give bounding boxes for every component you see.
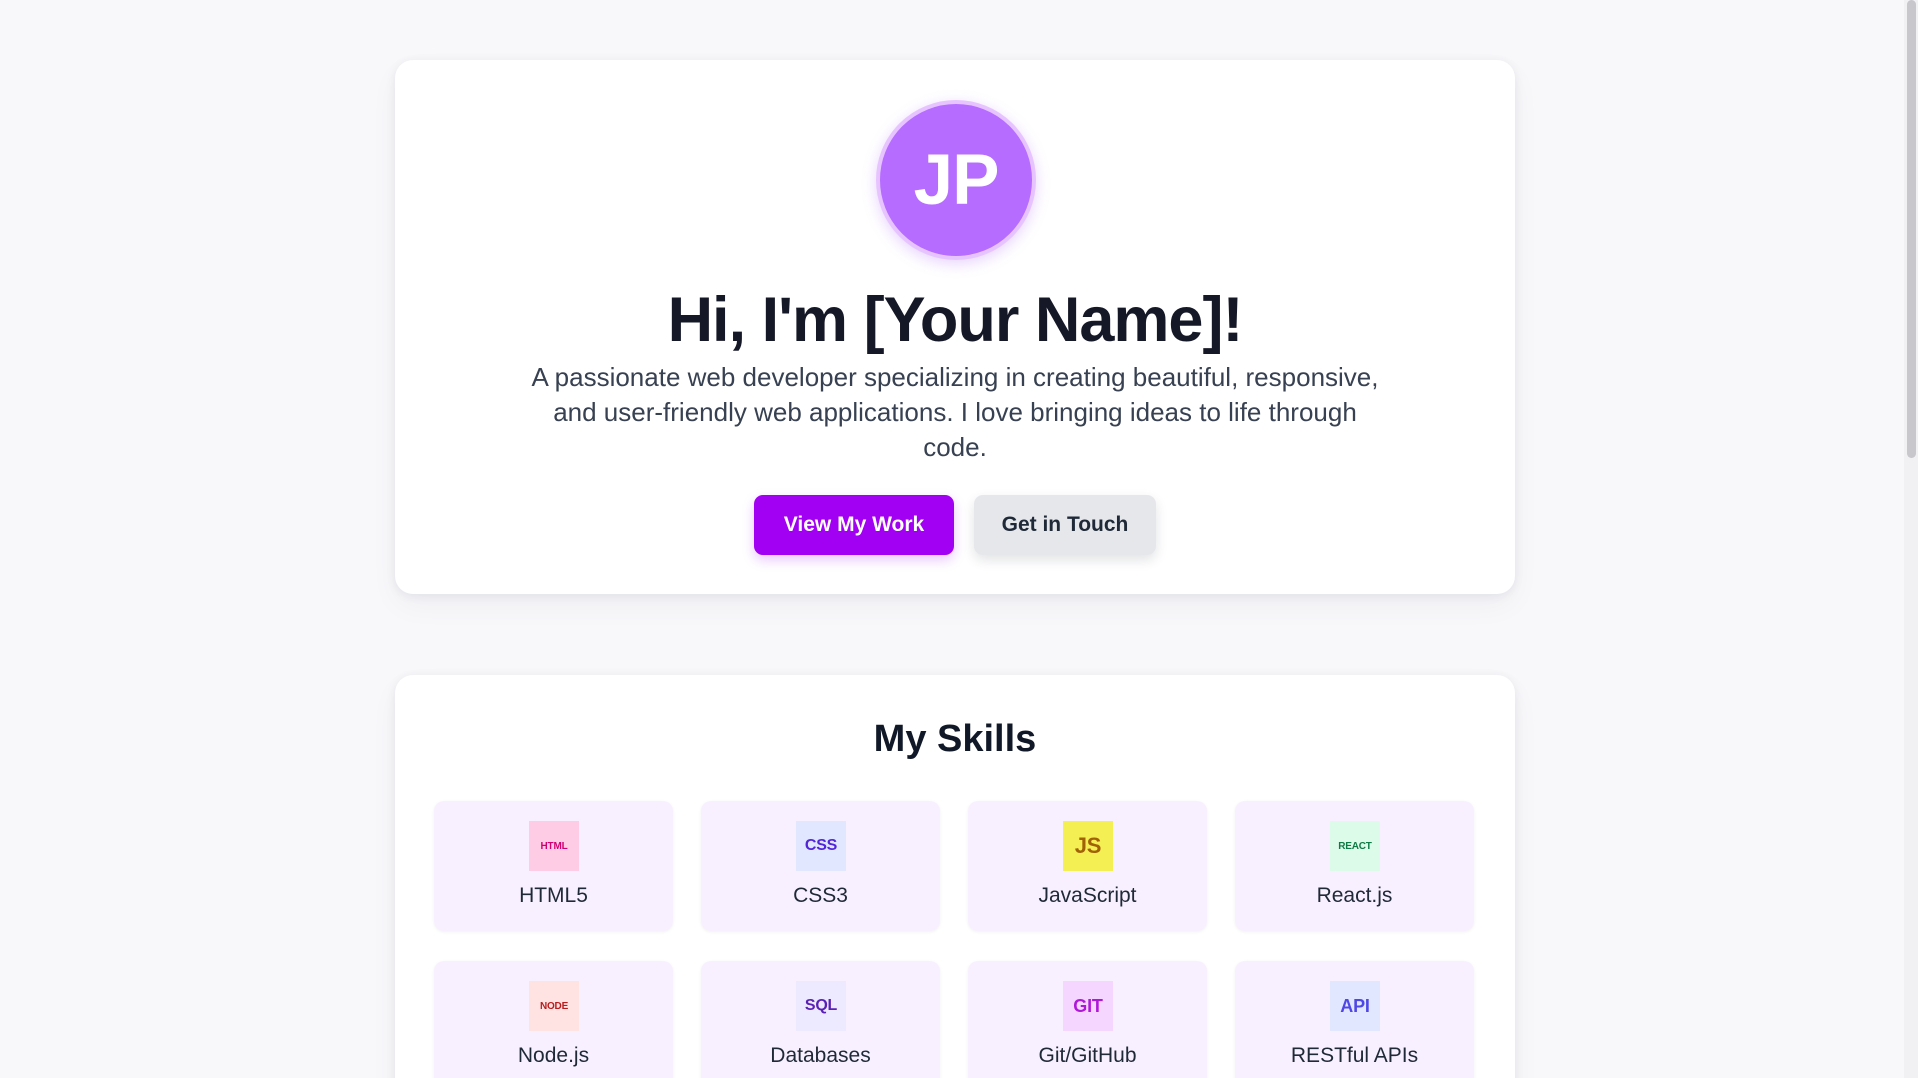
skill-card-javascript: JS JavaScript [968,801,1207,931]
hero-description: A passionate web developer specializing … [531,362,1379,462]
hero-card: JP Hi, I'm [Your Name]! A passionate web… [395,60,1515,594]
skill-label: Node.js [517,1044,590,1067]
skill-label: JavaScript [1038,884,1137,907]
skill-card-databases: SQL Databases [701,961,940,1078]
html-icon: HTML [529,821,579,871]
sql-icon: SQL [796,981,846,1031]
avatar: JP [876,100,1036,260]
skill-card-css3: CSS CSS3 [701,801,940,931]
skill-label: CSS3 [793,884,848,907]
skill-card-restful-apis: API RESTful APIs [1235,961,1474,1078]
node-icon: NODE [529,981,579,1031]
get-in-touch-button[interactable]: Get in Touch [974,495,1156,555]
skills-card: My Skills HTML HTML5 CSS CSS3 JS JavaScr… [395,675,1515,1078]
skill-card-node: NODE Node.js [434,961,673,1078]
skill-card-html5: HTML HTML5 [434,801,673,931]
skill-label: Databases [770,1044,871,1067]
skill-label: React.js [1316,884,1393,907]
vertical-scrollbar[interactable] [1904,0,1918,1078]
git-icon: GIT [1063,981,1113,1031]
react-icon: REACT [1330,821,1380,871]
hero-actions: View My Work Get in Touch [395,495,1515,555]
javascript-icon: JS [1063,821,1113,871]
scrollbar-thumb[interactable] [1907,0,1916,458]
page-title: Hi, I'm [Your Name]! [667,285,1244,355]
skill-label: Git/GitHub [1038,1044,1137,1067]
css-icon: CSS [796,821,846,871]
skills-grid: HTML HTML5 CSS CSS3 JS JavaScript REACT … [434,801,1476,1078]
api-icon: API [1330,981,1380,1031]
skills-title: My Skills [873,718,1037,760]
portfolio-page: JP Hi, I'm [Your Name]! A passionate web… [0,0,1918,1078]
skill-label: HTML5 [519,884,588,907]
skill-card-react: REACT React.js [1235,801,1474,931]
skill-card-git: GIT Git/GitHub [968,961,1207,1078]
skill-label: RESTful APIs [1290,1044,1419,1067]
view-my-work-button[interactable]: View My Work [754,495,954,555]
